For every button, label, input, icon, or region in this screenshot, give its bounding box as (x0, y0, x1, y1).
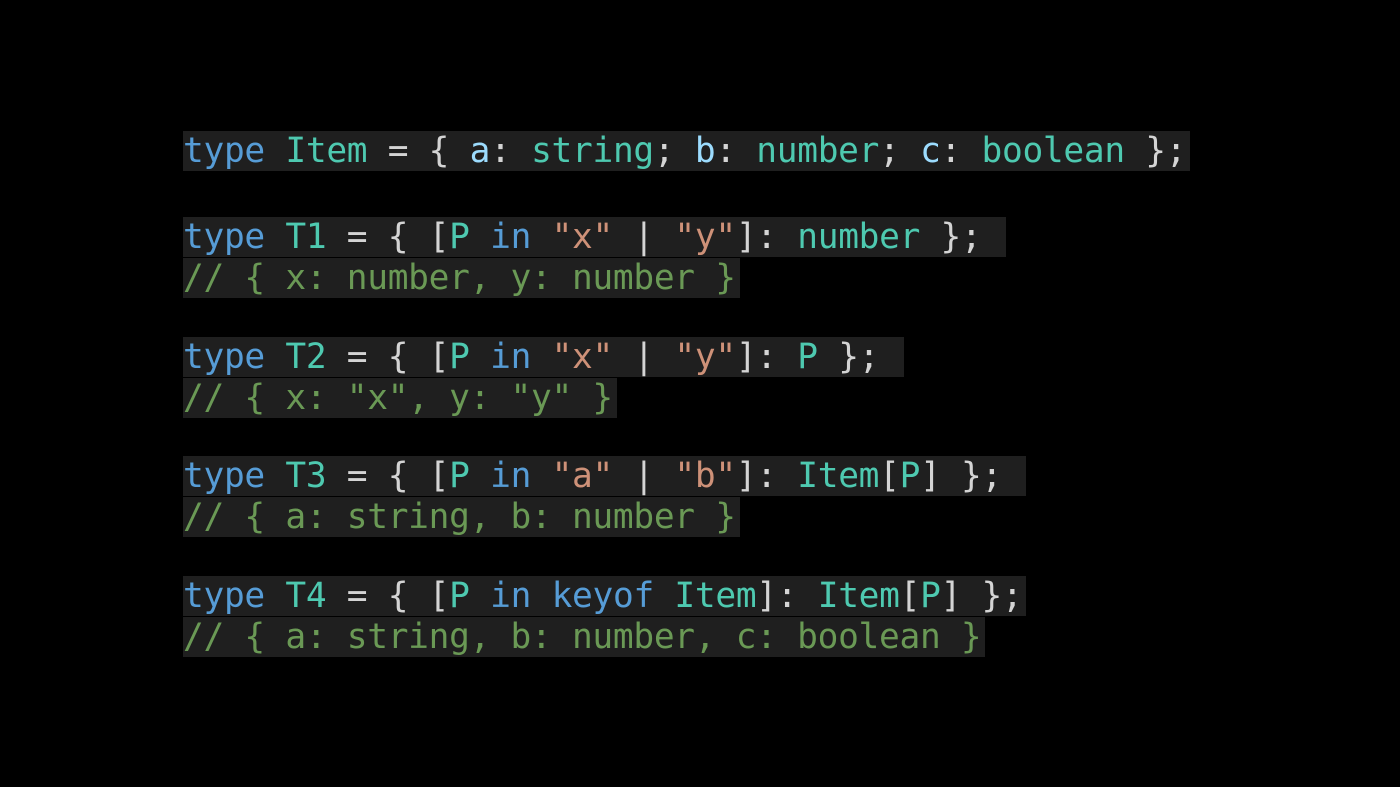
code-token-punct (531, 217, 551, 257)
code-token-typename: P (449, 217, 470, 257)
code-token-punct (531, 456, 551, 496)
code-token-keyword: in (490, 456, 532, 496)
code-token-typename: Item (674, 576, 757, 616)
code-token-typename: T3 (285, 456, 327, 496)
code-token-keyword: type (183, 456, 265, 496)
code-token-keyword: type (183, 217, 265, 257)
code-token-punct: : (715, 131, 757, 171)
code-token-typename: P (899, 456, 921, 496)
code-token-punct (265, 217, 285, 257)
code-token-typename: string (531, 131, 654, 171)
code-token-keyword: in (490, 337, 532, 377)
code-token-punct: }; (817, 337, 900, 377)
code-token-typename: Item (285, 131, 368, 171)
code-token-punct: : (940, 131, 982, 171)
code-token-typename: number (756, 131, 880, 171)
code-line-t4-comment: // { a: string, b: number, c: boolean } (183, 617, 986, 657)
code-token-keyword: type (183, 131, 265, 171)
code-line-t4: type T4 = { [P in keyof Item]: Item[P] }… (183, 576, 1027, 616)
code-token-typename: T2 (285, 337, 327, 377)
code-token-punct (470, 217, 490, 257)
code-token-keyword: in (490, 217, 532, 257)
code-token-typename: number (797, 217, 921, 257)
code-line-t1: type T1 = { [P in "x" | "y"]: number }; (183, 217, 1006, 257)
code-token-punct: ; (879, 131, 921, 171)
code-token-punct: | (612, 217, 675, 257)
code-token-punct: ] }; (940, 576, 1023, 616)
code-token-typename: P (449, 456, 470, 496)
code-token-punct (265, 456, 285, 496)
code-token-comment: // { a: string, b: number } (183, 497, 736, 537)
code-token-punct (531, 337, 551, 377)
code-token-string: "a" (551, 456, 614, 496)
code-token-keyword: in (490, 576, 532, 616)
code-token-comment: // { x: number, y: number } (183, 258, 736, 298)
code-token-punct: [ (879, 456, 900, 496)
code-line-t3-comment: // { a: string, b: number } (183, 497, 740, 537)
code-token-punct: ]: (735, 337, 798, 377)
code-token-string: "x" (551, 217, 614, 257)
code-token-comment: // { x: "x", y: "y" } (183, 378, 613, 418)
code-line-t2-comment: // { x: "x", y: "y" } (183, 378, 617, 418)
code-line-item-type: type Item = { a: string; b: number; c: b… (183, 131, 1191, 171)
code-token-typename: boolean (981, 131, 1126, 171)
code-token-typename: Item (817, 576, 900, 616)
code-token-typename: P (920, 576, 941, 616)
code-token-punct: | (612, 337, 675, 377)
code-token-typename: T4 (285, 576, 327, 616)
code-token-property: b (694, 131, 716, 171)
code-token-keyword: type (183, 576, 265, 616)
code-token-punct: = { (367, 131, 470, 171)
code-token-string: "y" (674, 217, 736, 257)
code-token-typename: Item (797, 456, 880, 496)
code-token-punct: = { [ (326, 456, 450, 496)
code-token-punct: ] }; (920, 456, 1023, 496)
code-token-punct (470, 337, 490, 377)
code-token-punct (654, 576, 674, 616)
code-token-punct: ]: (756, 576, 818, 616)
code-token-punct: ]: (735, 217, 798, 257)
code-token-punct: = { [ (326, 576, 450, 616)
code-token-comment: // { a: string, b: number, c: boolean } (183, 617, 982, 657)
code-token-punct (531, 576, 551, 616)
code-token-punct (265, 337, 285, 377)
code-token-punct (470, 456, 490, 496)
code-token-punct: : (490, 131, 532, 171)
code-line-t2: type T2 = { [P in "x" | "y"]: P }; (183, 337, 904, 377)
code-token-property: a (469, 131, 491, 171)
code-token-typename: T1 (285, 217, 327, 257)
code-token-typename: P (449, 576, 470, 616)
code-token-punct (265, 576, 285, 616)
code-token-punct: }; (1124, 131, 1187, 171)
code-token-typename: P (797, 337, 818, 377)
code-token-keyword: keyof (551, 576, 655, 616)
code-token-string: "y" (674, 337, 736, 377)
code-token-punct (470, 576, 490, 616)
code-token-punct: ]: (735, 456, 798, 496)
code-token-keyword: type (183, 337, 265, 377)
code-token-punct: [ (899, 576, 921, 616)
code-token-punct: ; (653, 131, 695, 171)
code-token-string: "b" (674, 456, 736, 496)
code-token-property: c (920, 131, 941, 171)
code-line-t3: type T3 = { [P in "a" | "b"]: Item[P] }; (183, 456, 1027, 496)
code-token-punct: }; (920, 217, 1002, 257)
code-token-typename: P (449, 337, 470, 377)
code-token-punct: = { [ (326, 217, 450, 257)
code-token-punct: | (612, 456, 675, 496)
code-token-punct (265, 131, 285, 171)
code-token-string: "x" (551, 337, 614, 377)
code-token-punct: = { [ (326, 337, 450, 377)
code-line-t1-comment: // { x: number, y: number } (183, 258, 740, 298)
